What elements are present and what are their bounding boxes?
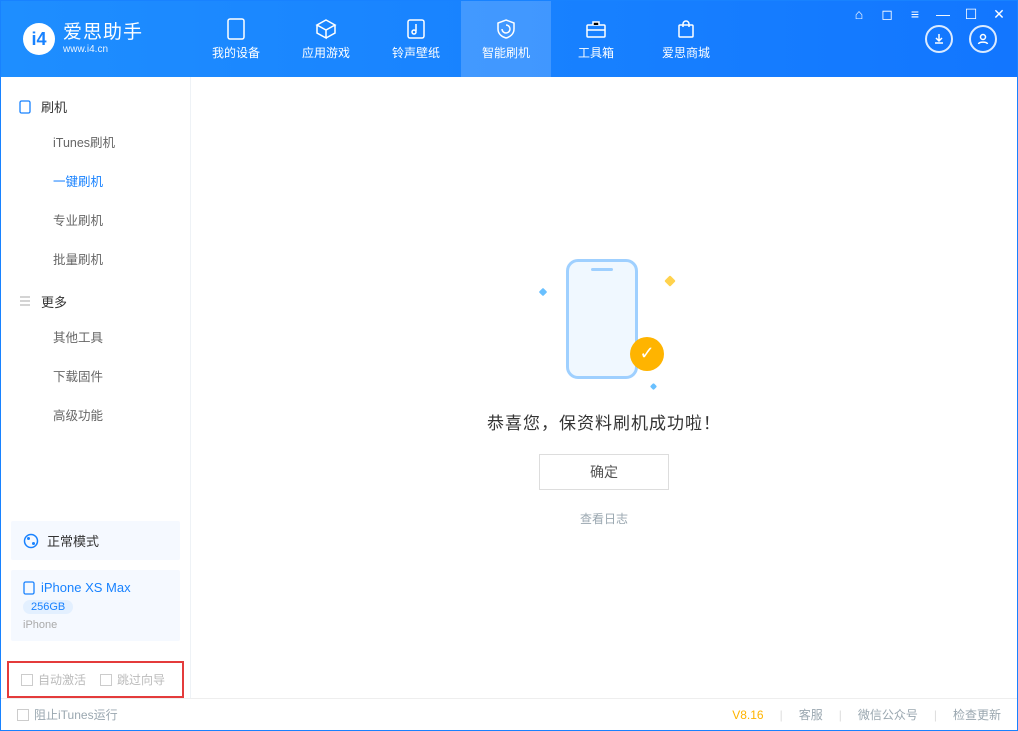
- phone-small-icon: [19, 100, 33, 114]
- sidebar-item-batch-flash[interactable]: 批量刷机: [1, 239, 190, 278]
- checkbox-icon: [17, 709, 29, 721]
- nav-label: 智能刷机: [482, 44, 530, 61]
- phone-small-icon: [23, 581, 35, 595]
- spark-icon: [539, 287, 547, 295]
- sidebar-group-more: 更多 其他工具 下载固件 高级功能: [1, 286, 190, 442]
- sidebar-item-other-tools[interactable]: 其他工具: [1, 317, 190, 356]
- view-log-link[interactable]: 查看日志: [580, 510, 628, 527]
- mode-label: 正常模式: [47, 531, 99, 550]
- device-sub: iPhone: [23, 619, 168, 631]
- check-badge-icon: ✓: [630, 337, 664, 371]
- sidebar-head-more: 更多: [1, 286, 190, 317]
- sidebar-item-advanced[interactable]: 高级功能: [1, 395, 190, 434]
- spark-icon: [664, 275, 675, 286]
- close-icon[interactable]: ✕: [990, 6, 1008, 23]
- sidebar-group-flash: 刷机 iTunes刷机 一键刷机 专业刷机 批量刷机: [1, 91, 190, 286]
- sidebar-head-flash: 刷机: [1, 91, 190, 122]
- brand-subtitle: www.i4.cn: [63, 44, 143, 55]
- nav-label: 爱思商城: [662, 44, 710, 61]
- nav-label: 工具箱: [578, 44, 614, 61]
- separator: |: [780, 708, 783, 722]
- header: ⌂ ◻ ≡ — ☐ ✕ i4 爱思助手 www.i4.cn 我的设备 应用游戏: [1, 1, 1017, 77]
- maximize-icon[interactable]: ☐: [962, 6, 980, 23]
- success-illustration: ✓: [534, 249, 674, 389]
- toolbox-icon: [584, 18, 608, 40]
- list-icon: [19, 295, 33, 309]
- brand-title: 爱思助手: [63, 23, 143, 44]
- device-icon: [224, 18, 248, 40]
- success-message: 恭喜您，保资料刷机成功啦！: [487, 409, 721, 434]
- checkbox-icon: [100, 674, 112, 686]
- nav-label: 我的设备: [212, 44, 260, 61]
- theme-icon[interactable]: ⌂: [850, 6, 868, 23]
- nav-store[interactable]: 爱思商城: [641, 1, 731, 77]
- sidebar-item-download-firmware[interactable]: 下载固件: [1, 356, 190, 395]
- highlight-options: 自动激活 跳过向导: [7, 661, 184, 698]
- shield-icon: [494, 18, 518, 40]
- footer: 阻止iTunes运行 V8.16 | 客服 | 微信公众号 | 检查更新: [1, 698, 1017, 730]
- footer-link-update[interactable]: 检查更新: [953, 706, 1001, 723]
- nav-ringtones[interactable]: 铃声壁纸: [371, 1, 461, 77]
- bag-icon: [674, 18, 698, 40]
- sidebar-bottom: 正常模式 iPhone XS Max 256GB iPhone: [1, 511, 190, 651]
- sidebar-head-label: 刷机: [41, 97, 67, 116]
- device-storage: 256GB: [23, 600, 73, 614]
- window-controls: ⌂ ◻ ≡ — ☐ ✕: [850, 6, 1008, 23]
- footer-left: 阻止iTunes运行: [17, 706, 712, 723]
- top-nav: 我的设备 应用游戏 铃声壁纸 智能刷机 工具箱 爱思商城: [191, 1, 925, 77]
- separator: |: [934, 708, 937, 722]
- download-button[interactable]: [925, 25, 953, 53]
- minimize-icon[interactable]: —: [934, 6, 952, 23]
- device-name: iPhone XS Max: [23, 580, 168, 595]
- version-label: V8.16: [732, 708, 763, 722]
- sidebar-head-label: 更多: [41, 292, 67, 311]
- nav-toolbox[interactable]: 工具箱: [551, 1, 641, 77]
- checkbox-block-itunes[interactable]: 阻止iTunes运行: [17, 706, 118, 723]
- checkbox-skip-guide[interactable]: 跳过向导: [100, 671, 165, 688]
- music-icon: [404, 18, 428, 40]
- footer-link-support[interactable]: 客服: [799, 706, 823, 723]
- account-button[interactable]: [969, 25, 997, 53]
- brand-logo-icon: i4: [23, 23, 55, 55]
- sidebar: 刷机 iTunes刷机 一键刷机 专业刷机 批量刷机 更多 其他工具 下载固件 …: [1, 77, 191, 698]
- ok-button[interactable]: 确定: [539, 454, 669, 490]
- sidebar-item-pro-flash[interactable]: 专业刷机: [1, 200, 190, 239]
- nav-label: 应用游戏: [302, 44, 350, 61]
- brand: i4 爱思助手 www.i4.cn: [1, 1, 191, 77]
- mode-card[interactable]: 正常模式: [11, 521, 180, 560]
- nav-apps[interactable]: 应用游戏: [281, 1, 371, 77]
- phone-outline-icon: [566, 259, 638, 379]
- main-panel: ✓ 恭喜您，保资料刷机成功啦！ 确定 查看日志: [191, 77, 1017, 698]
- sidebar-item-itunes-flash[interactable]: iTunes刷机: [1, 122, 190, 161]
- device-card[interactable]: iPhone XS Max 256GB iPhone: [11, 570, 180, 641]
- sidebar-item-oneclick-flash[interactable]: 一键刷机: [1, 161, 190, 200]
- cube-icon: [314, 18, 338, 40]
- checkbox-auto-activate[interactable]: 自动激活: [21, 671, 86, 688]
- nav-flash[interactable]: 智能刷机: [461, 1, 551, 77]
- footer-link-wechat[interactable]: 微信公众号: [858, 706, 918, 723]
- separator: |: [839, 708, 842, 722]
- nav-my-device[interactable]: 我的设备: [191, 1, 281, 77]
- collapse-icon[interactable]: ◻: [878, 6, 896, 23]
- checkbox-icon: [21, 674, 33, 686]
- app-window: ⌂ ◻ ≡ — ☐ ✕ i4 爱思助手 www.i4.cn 我的设备 应用游戏: [0, 0, 1018, 731]
- nav-label: 铃声壁纸: [392, 44, 440, 61]
- body: 刷机 iTunes刷机 一键刷机 专业刷机 批量刷机 更多 其他工具 下载固件 …: [1, 77, 1017, 698]
- spark-icon: [650, 382, 657, 389]
- menu-icon[interactable]: ≡: [906, 6, 924, 23]
- mode-icon: [23, 533, 39, 549]
- footer-right: V8.16 | 客服 | 微信公众号 | 检查更新: [732, 706, 1001, 723]
